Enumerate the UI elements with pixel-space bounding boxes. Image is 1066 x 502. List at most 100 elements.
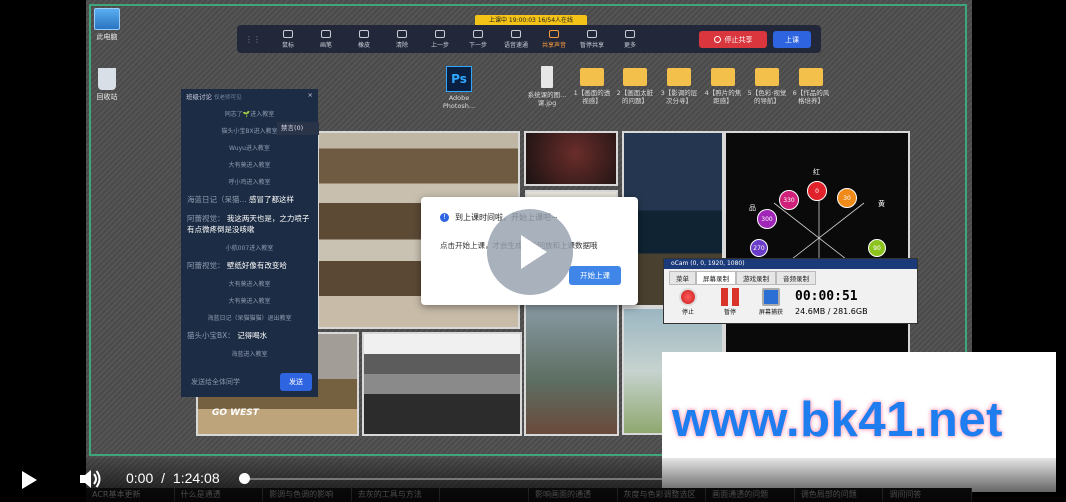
ocam-tabs: 菜单 屏幕录制 游戏录制 音频录制 (669, 271, 816, 285)
ocam-tab[interactable]: 菜单 (669, 271, 696, 285)
video-player[interactable]: 此电脑 回收站 上课中 19:00:03 16/54人在线 ⋮⋮ 鼠标 画笔 橡皮清… (0, 0, 1066, 502)
ocam-tab[interactable]: 游戏录制 (736, 271, 776, 285)
tool-0[interactable]: 鼠标 (269, 29, 307, 49)
folder-icon (799, 68, 823, 86)
ocam-tab[interactable]: 音频录制 (776, 271, 816, 285)
video-frame[interactable]: 此电脑 回收站 上课中 19:00:03 16/54人在线 ⋮⋮ 鼠标 画笔 橡皮清… (0, 0, 1066, 502)
image-file-icon (541, 66, 553, 88)
tool-icon (359, 29, 369, 38)
chat-system-message: 大有莫进入教室 (228, 162, 271, 169)
tool-2[interactable]: 橡皮 (345, 29, 383, 49)
photo-couple (524, 300, 619, 436)
hue-swatch: 0 (807, 181, 827, 201)
photo-caption: GO WEST (212, 408, 259, 418)
chat-input[interactable]: 发送给全体同学 (187, 373, 272, 391)
record-stop-icon (679, 288, 697, 306)
chat-system-message: 大有莫进入教室 (228, 281, 271, 288)
ocam-capture-button[interactable]: 屏幕捕获 (756, 288, 786, 316)
ocam-title: oCam (0, 0, 1920, 1080) (664, 259, 917, 269)
hue-label: 品 (749, 204, 756, 212)
ocam-stop-button[interactable]: 停止 (673, 288, 703, 316)
info-icon: ! (440, 213, 449, 222)
tool-3[interactable]: 清除 (383, 29, 421, 49)
tool-4[interactable]: 上一步 (421, 29, 459, 49)
recycle-bin-icon (98, 68, 116, 90)
chat-system-message: 呼小鸡进入教室 (228, 179, 271, 186)
desktop-file[interactable]: 4【照片的焦距感】 (703, 68, 743, 105)
tool-icon (435, 29, 445, 38)
folder-icon (711, 68, 735, 86)
progress-thumb[interactable] (239, 473, 250, 484)
big-play-icon[interactable] (487, 209, 573, 295)
chat-system-message: 大有莫进入教室 (228, 298, 271, 305)
desktop-icon-recycle-bin[interactable]: 回收站 (85, 68, 129, 102)
folder-icon (580, 68, 604, 86)
tool-icon (397, 29, 407, 38)
tool-7[interactable]: 共享声音 (535, 29, 573, 49)
desktop-file[interactable]: 3【影调的层次分寻】 (659, 68, 699, 105)
letterbox-left (0, 0, 86, 502)
ban-all-button[interactable]: 禁言(0) (277, 122, 319, 135)
folder-icon (623, 68, 647, 86)
tool-6[interactable]: 语音速通 (497, 29, 535, 49)
tool-8[interactable]: 暂停共享 (573, 29, 611, 49)
computer-icon (94, 8, 120, 30)
volume-icon[interactable] (78, 468, 102, 490)
ocam-file-size: 24.6MB / 281.6GB (795, 307, 868, 316)
ocam-tab[interactable]: 屏幕录制 (696, 271, 736, 285)
monitor-icon (762, 288, 780, 306)
close-icon[interactable]: × (308, 91, 313, 99)
chat-message: 海蓝日记（呆猫... 感冒了都这样 (187, 195, 295, 204)
chat-system-message: Wuyu进入教室 (229, 145, 270, 152)
chat-message: 阿蕾视觉： 壁纸好像有改变哈 (187, 261, 287, 270)
chat-messages: 同志了🌱进入教室 猫头小宝BX进入教室 Wuyu进入教室 大有莫进入教室 呼小鸡进入教室… (181, 109, 318, 358)
chat-system-message: 同志了🌱进入教室 (224, 111, 275, 118)
tool-icon (511, 29, 521, 38)
hue-swatch: 330 (779, 190, 799, 210)
chat-system-message: 海蓝进入教室 (231, 351, 268, 358)
chat-system-message: 海蓝日记（呆猫猫猫）退出教室 (207, 315, 292, 322)
send-button[interactable]: 发送 (280, 373, 312, 391)
dialog-start-button[interactable]: 开始上课 (569, 266, 621, 285)
stop-share-button[interactable]: 停止共享 (699, 31, 767, 48)
desktop-file[interactable]: Ps Adobe Photosh... (439, 66, 479, 110)
desktop-file[interactable]: 6【作品的风格培养】 (791, 68, 831, 105)
photo-bw-landscape (362, 332, 522, 436)
folder-icon (667, 68, 691, 86)
desktop-file[interactable]: 5【色彩·视觉的导航】 (747, 68, 787, 105)
desktop-icon-this-pc[interactable]: 此电脑 (85, 8, 129, 42)
hue-label: 红 (813, 168, 820, 176)
desktop-file[interactable]: 1【画面的透视感】 (572, 68, 612, 105)
tool-icon (473, 29, 483, 38)
photoshop-icon: Ps (446, 66, 472, 92)
hue-swatch: 30 (837, 188, 857, 208)
stop-icon (713, 36, 721, 43)
hue-label: 黄 (878, 200, 885, 208)
tool-5[interactable]: 下一步 (459, 29, 497, 49)
desktop-file[interactable]: 2【画面太脏的问题】 (615, 68, 655, 105)
ocam-window: oCam (0, 0, 1920, 1080) 菜单 屏幕录制 游戏录制 音频录制 停… (663, 258, 918, 324)
tool-icon (549, 29, 559, 38)
start-class-button[interactable]: 上课 (773, 31, 811, 48)
progress-bar[interactable] (244, 478, 662, 480)
hue-swatch: 90 (868, 239, 886, 257)
chat-message: 猫头小宝BX： 记得喝水 (187, 331, 268, 340)
tool-1[interactable]: 画笔 (307, 29, 345, 49)
ocam-timer: 00:00:51 (795, 289, 858, 304)
chat-message: 阿蕾视觉： 我这两天也是，之力喷子有点微疼倒是没咳嗽 (187, 214, 310, 234)
tool-icon (283, 29, 293, 38)
drag-handle-icon[interactable]: ⋮⋮ (245, 35, 269, 44)
pause-icon (721, 288, 739, 306)
tool-icon (321, 29, 331, 38)
tool-9[interactable]: 更多 (611, 29, 649, 49)
ocam-pause-button[interactable]: 暂停 (715, 288, 745, 316)
hue-swatch: 270 (750, 239, 768, 257)
folder-icon (755, 68, 779, 86)
hue-swatch: 300 (757, 209, 777, 229)
tool-icon (625, 29, 635, 38)
chat-panel: 班级讨论 仅老师可见 × 同志了🌱进入教室 猫头小宝BX进入教室 Wuyu进入教室大… (181, 89, 318, 397)
play-icon[interactable] (22, 471, 37, 489)
chat-header: 班级讨论 仅老师可见 × (186, 91, 313, 101)
desktop-file[interactable]: 系统课的图... 课.jpg (527, 66, 567, 107)
tool-icon (587, 29, 597, 38)
